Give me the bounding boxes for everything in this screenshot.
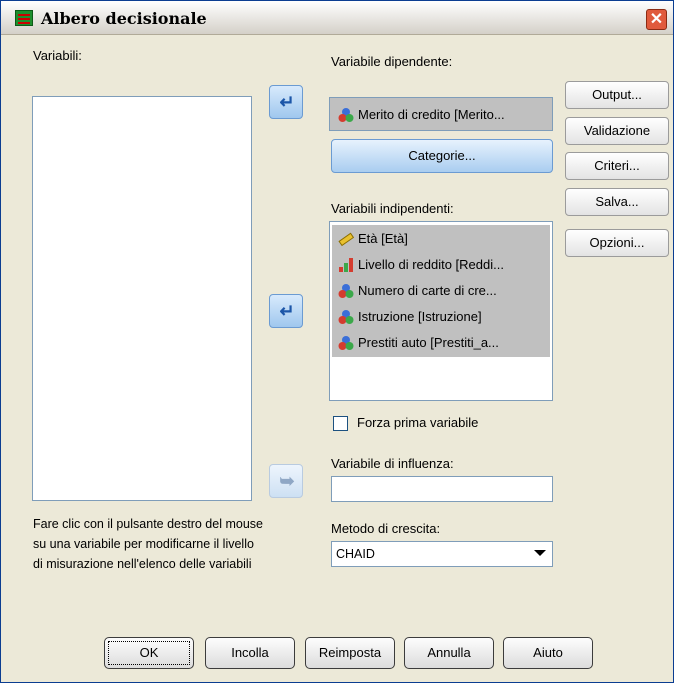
save-button[interactable]: Salva... [565,188,669,216]
dependent-variable-field[interactable]: Merito di credito [Merito... [329,97,553,131]
list-item-label: Età [Età] [358,231,408,246]
list-item-label: Livello di reddito [Reddi... [358,257,504,272]
list-item[interactable]: Istruzione [Istruzione] [334,305,550,329]
measurement-level-note: Fare clic con il pulsante destro del mou… [33,517,263,571]
nominal-variable-icon [338,108,354,122]
list-item[interactable]: Prestiti auto [Prestiti_a... [334,331,550,355]
force-first-variable-label: Forza prima variabile [357,415,479,430]
validation-button[interactable]: Validazione [565,117,669,145]
dependent-variable-item[interactable]: Merito di credito [Merito... [334,103,550,127]
list-item[interactable]: Numero di carte di cre... [334,279,550,303]
move-to-influence-button[interactable]: ➥ [269,464,303,498]
variables-listbox[interactable] [32,96,252,501]
chevron-down-icon [534,550,546,556]
ok-button-label: OK [139,645,159,660]
scale-variable-icon [338,232,354,247]
nominal-variable-icon [338,336,354,350]
move-to-dependent-button[interactable]: ↵ [269,85,303,119]
close-icon: ✕ [649,11,664,28]
growth-method-label: Metodo di crescita: [331,521,441,536]
independent-variables-label: Variabili indipendenti: [331,201,454,216]
list-item-label: Prestiti auto [Prestiti_a... [358,335,499,350]
nominal-variable-icon [338,284,354,298]
force-first-variable-checkbox[interactable] [333,416,348,431]
independent-variables-listbox[interactable]: Età [Età] Livello di reddito [Reddi... N… [329,221,553,401]
dependent-variable-label: Variabile dipendente: [331,54,453,69]
list-item-label: Istruzione [Istruzione] [358,309,482,324]
arrow-right-icon: ➥ [279,471,295,491]
growth-method-value: CHAID [336,547,375,561]
app-icon [15,10,33,26]
dependent-variable-value: Merito di credito [Merito... [358,107,505,122]
categories-button[interactable]: Categorie... [331,139,553,173]
list-item[interactable]: Età [Età] [334,227,550,251]
options-button[interactable]: Opzioni... [565,229,669,257]
title-bar: Albero decisionale ✕ [1,1,673,35]
window-title: Albero decisionale [41,9,207,28]
arrow-left-icon: ↵ [279,301,295,321]
reset-button[interactable]: Reimposta [305,637,395,669]
output-button[interactable]: Output... [565,81,669,109]
influence-variable-label: Variabile di influenza: [331,456,454,471]
arrow-left-icon: ↵ [279,92,295,112]
variables-label: Variabili: [33,48,82,63]
list-item-label: Numero di carte di cre... [358,283,497,298]
growth-method-select[interactable]: CHAID [331,541,553,567]
ordinal-variable-icon [339,258,353,272]
close-button[interactable]: ✕ [646,9,667,30]
help-button[interactable]: Aiuto [503,637,593,669]
decision-tree-dialog: Albero decisionale ✕ Variabili: ↵ ↵ ➥ Va… [0,0,674,683]
nominal-variable-icon [338,310,354,324]
influence-variable-field[interactable] [331,476,553,502]
criteria-button[interactable]: Criteri... [565,152,669,180]
paste-button[interactable]: Incolla [205,637,295,669]
cancel-button[interactable]: Annulla [404,637,494,669]
list-item[interactable]: Livello di reddito [Reddi... [334,253,550,277]
move-to-independent-button[interactable]: ↵ [269,294,303,328]
ok-button[interactable]: OK [104,637,194,669]
